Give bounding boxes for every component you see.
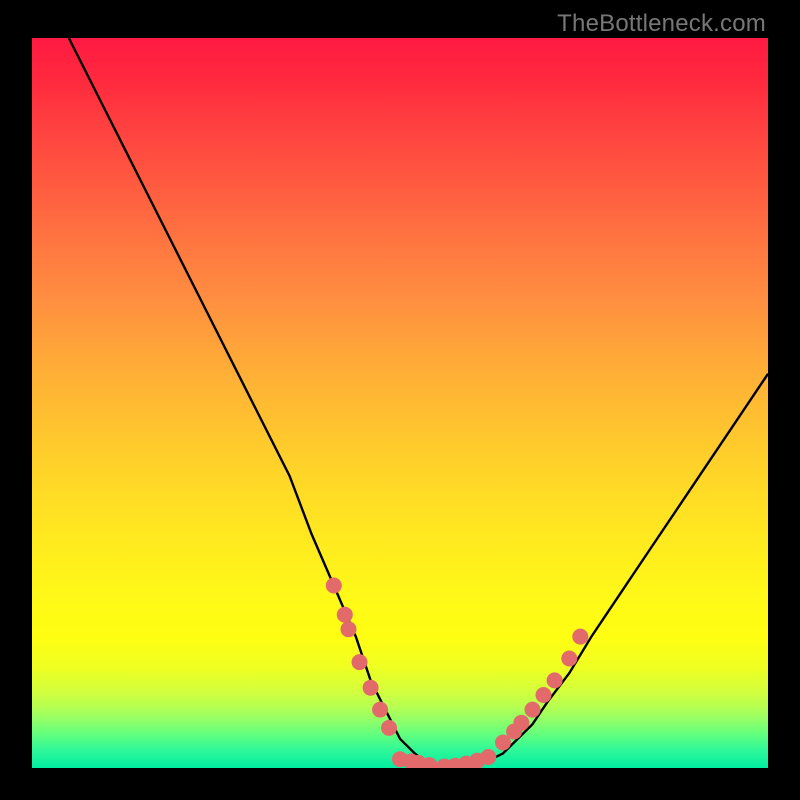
data-marker	[326, 578, 342, 594]
data-marker	[381, 720, 397, 736]
bottleneck-curve	[69, 38, 768, 768]
data-marker	[363, 680, 379, 696]
data-marker	[525, 702, 541, 718]
watermark-text: TheBottleneck.com	[557, 10, 766, 38]
data-marker	[513, 715, 529, 731]
chart-frame: TheBottleneck.com	[0, 0, 800, 800]
data-marker	[536, 687, 552, 703]
data-marker	[547, 672, 563, 688]
chart-svg	[32, 38, 768, 768]
plot-area	[32, 38, 768, 768]
markers-left	[326, 578, 397, 736]
data-marker	[480, 749, 496, 765]
markers-bottom	[392, 749, 496, 768]
data-marker	[337, 607, 353, 623]
data-marker	[341, 621, 357, 637]
data-marker	[352, 654, 368, 670]
data-marker	[372, 702, 388, 718]
markers-right	[495, 629, 588, 751]
data-marker	[572, 629, 588, 645]
data-marker	[561, 651, 577, 667]
